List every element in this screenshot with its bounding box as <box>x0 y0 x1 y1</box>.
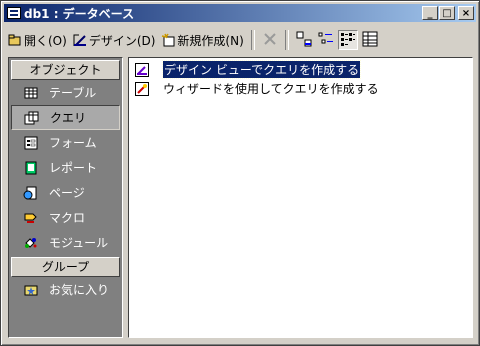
sidebar-item-label: お気に入り <box>49 283 110 297</box>
sidebar-item-queries[interactable]: クエリ <box>11 105 120 130</box>
minimize-button[interactable]: _ <box>422 6 438 20</box>
list-view-button[interactable] <box>337 30 358 50</box>
maximize-button[interactable]: □ <box>439 6 455 20</box>
wizard-icon <box>135 81 149 96</box>
large-icons-icon <box>296 31 312 50</box>
sidebar-item-tables[interactable]: テーブル <box>9 80 122 105</box>
sidebar-item-favorites[interactable]: お気に入り <box>9 277 122 302</box>
small-icons-button[interactable] <box>316 30 336 50</box>
new-label: 新規作成(N) <box>177 33 244 48</box>
sidebar-item-label: レポート <box>49 161 98 175</box>
form-icon <box>23 136 39 150</box>
title-bar[interactable]: db1 : データベース _ □ × <box>4 4 476 22</box>
new-object-icon <box>161 33 175 47</box>
sidebar-item-reports[interactable]: レポート <box>9 155 122 180</box>
design-query-icon <box>135 62 149 77</box>
sidebar-item-pages[interactable]: ページ <box>9 180 122 205</box>
sidebar-item-modules[interactable]: モジュール <box>9 230 122 255</box>
details-view-button[interactable] <box>360 30 380 50</box>
toolbar: 開く(O) デザイン(D) 新規作成(N) <box>5 27 475 53</box>
object-list: デザイン ビューでクエリを作成する ウィザードを使用してクエリを作成する <box>128 57 473 338</box>
close-button[interactable]: × <box>458 6 474 20</box>
list-item-label: デザイン ビューでクエリを作成する <box>161 60 362 79</box>
open-button[interactable]: 開く(O) <box>5 29 70 51</box>
report-icon <box>23 161 39 175</box>
details-view-icon <box>362 31 378 50</box>
sidebar-item-label: モジュール <box>49 236 109 250</box>
design-label: デザイン(D) <box>88 33 156 48</box>
database-window: db1 : データベース _ □ × 開く(O) デザイン(D) 新規作成(N) <box>0 0 480 346</box>
large-icons-button[interactable] <box>294 30 314 50</box>
query-icon <box>24 111 40 125</box>
list-item[interactable]: デザイン ビューでクエリを作成する <box>129 60 472 79</box>
sidebar-item-forms[interactable]: フォーム <box>9 130 122 155</box>
window-title: db1 : データベース <box>24 6 135 21</box>
favorites-folder-icon <box>23 283 39 297</box>
new-button[interactable]: 新規作成(N) <box>158 29 246 51</box>
toolbar-separator <box>250 30 255 50</box>
groups-header-button[interactable]: グループ <box>11 257 120 277</box>
toolbar-separator <box>284 30 289 50</box>
sidebar-item-label: フォーム <box>49 136 97 150</box>
sidebar-item-label: ページ <box>49 186 85 200</box>
delete-icon <box>263 32 277 49</box>
small-icons-icon <box>318 31 334 50</box>
objects-bar: オブジェクト テーブル クエリ フォーム レポート ページ マクロ モジュール … <box>8 57 123 338</box>
sidebar-item-macros[interactable]: マクロ <box>9 205 122 230</box>
sidebar-item-label: マクロ <box>49 211 86 225</box>
list-item-label: ウィザードを使用してクエリを作成する <box>163 82 379 96</box>
design-button[interactable]: デザイン(D) <box>70 29 159 51</box>
table-icon <box>23 86 39 100</box>
list-item[interactable]: ウィザードを使用してクエリを作成する <box>129 79 472 98</box>
sidebar-item-label: クエリ <box>50 111 87 125</box>
list-view-icon <box>340 31 356 50</box>
database-icon <box>7 7 21 19</box>
sidebar-item-label: テーブル <box>49 86 97 100</box>
module-icon <box>23 236 39 250</box>
macro-icon <box>23 211 39 225</box>
open-label: 開く(O) <box>24 33 67 48</box>
page-icon <box>23 186 39 200</box>
open-folder-icon <box>8 33 22 47</box>
design-view-icon <box>73 33 87 47</box>
delete-button[interactable] <box>260 30 280 50</box>
objects-header-button[interactable]: オブジェクト <box>11 60 120 80</box>
